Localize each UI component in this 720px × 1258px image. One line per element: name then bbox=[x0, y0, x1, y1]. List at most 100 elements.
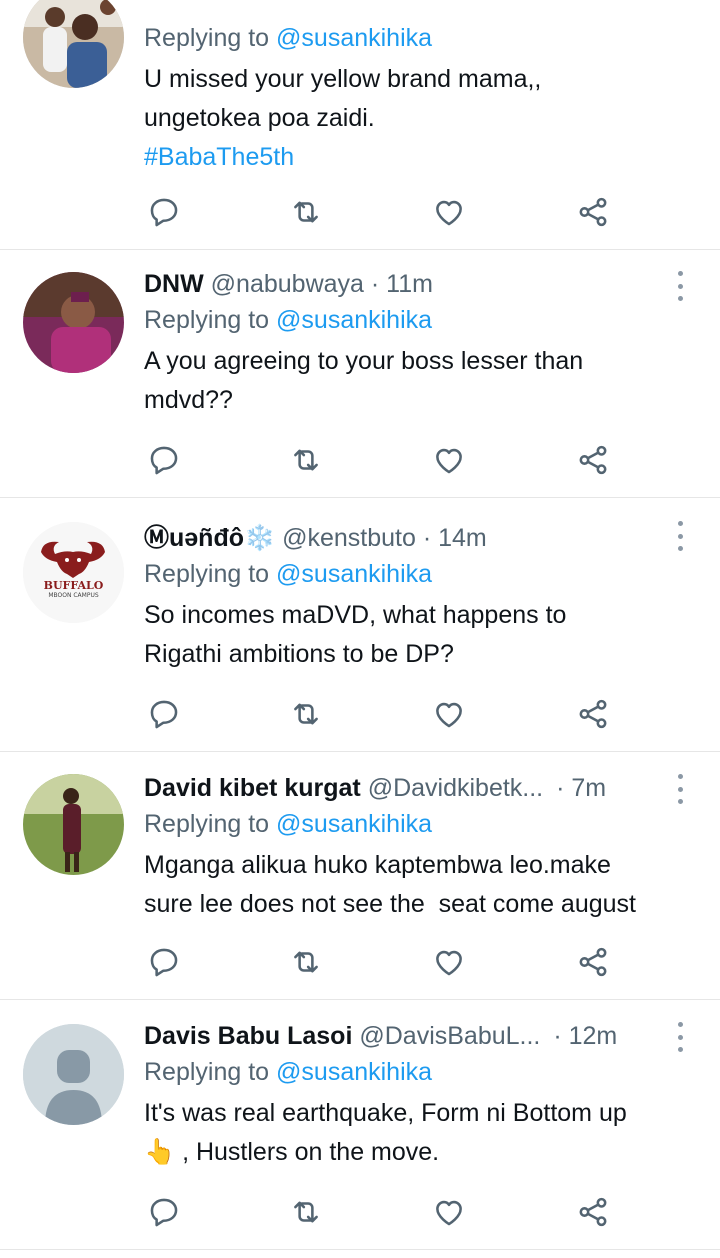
more-options-button[interactable] bbox=[670, 521, 690, 551]
tweet-text: U missed your yellow brand mama,, ungeto… bbox=[144, 60, 700, 177]
avatar[interactable] bbox=[23, 1024, 124, 1125]
tweet-actions bbox=[144, 1192, 624, 1232]
tweet-3[interactable]: David kibet kurgat @Davidkibetk... · 7m … bbox=[0, 752, 720, 1000]
replying-prefix: Replying to bbox=[144, 1058, 277, 1086]
retweet-button[interactable] bbox=[286, 942, 326, 982]
mention-link[interactable]: @susankihika bbox=[276, 24, 432, 52]
like-button[interactable] bbox=[429, 942, 469, 982]
text-line: U missed your yellow brand mama,, bbox=[144, 65, 542, 93]
more-options-icon bbox=[677, 296, 683, 301]
timestamp[interactable]: 14m bbox=[438, 524, 487, 552]
like-button[interactable] bbox=[429, 694, 469, 734]
share-icon bbox=[576, 443, 610, 477]
retweet-button[interactable] bbox=[286, 440, 326, 480]
display-name[interactable]: Davis Babu Lasoi bbox=[144, 1022, 352, 1050]
heart-icon bbox=[432, 1195, 466, 1229]
more-options-icon bbox=[677, 283, 683, 289]
text-line: So incomes maDVD, what happens to bbox=[144, 601, 567, 629]
heart-icon bbox=[432, 945, 466, 979]
user-handle[interactable]: @nabubwaya bbox=[211, 270, 364, 298]
avatar-photo bbox=[23, 774, 124, 875]
timestamp[interactable]: 7m bbox=[571, 774, 606, 802]
replying-prefix: Replying to bbox=[144, 24, 277, 52]
retweet-button[interactable] bbox=[286, 192, 326, 232]
reply-button[interactable] bbox=[144, 1192, 184, 1232]
replying-to: Replying to @susankihika bbox=[144, 302, 700, 338]
replying-to: Replying to @susankihika bbox=[144, 1054, 700, 1090]
retweet-button[interactable] bbox=[286, 694, 326, 734]
timestamp[interactable]: 11m bbox=[386, 270, 433, 298]
share-button[interactable] bbox=[573, 192, 613, 232]
avatar[interactable]: BUFFALO MBOON CAMPUS bbox=[23, 522, 124, 623]
mention-link[interactable]: @susankihika bbox=[276, 560, 432, 588]
like-button[interactable] bbox=[429, 192, 469, 232]
tweet-1[interactable]: DNW @nabubwaya · 11m Replying to @susank… bbox=[0, 250, 720, 498]
retweet-icon bbox=[289, 1195, 323, 1229]
hashtag-link[interactable]: #BabaThe5th bbox=[144, 138, 700, 177]
share-icon bbox=[576, 945, 610, 979]
retweet-icon bbox=[289, 945, 323, 979]
buffalo-logo bbox=[23, 522, 124, 623]
avatar[interactable] bbox=[23, 272, 124, 373]
like-button[interactable] bbox=[429, 440, 469, 480]
logo-text: BUFFALO bbox=[43, 579, 104, 592]
user-handle[interactable]: @DavisBabuL... bbox=[359, 1022, 540, 1050]
more-options-icon bbox=[677, 1047, 683, 1052]
user-handle[interactable]: @Davidkibetk... bbox=[368, 774, 543, 802]
tweet-0[interactable]: Replying to @susankihika U missed your y… bbox=[0, 0, 720, 250]
avatar-photo bbox=[23, 0, 124, 88]
tweet-actions bbox=[144, 694, 624, 734]
replying-to: Replying to @susankihika bbox=[144, 556, 700, 592]
avatar[interactable] bbox=[23, 774, 124, 875]
display-name[interactable]: David kibet kurgat bbox=[144, 774, 361, 802]
timestamp[interactable]: 12m bbox=[569, 1022, 618, 1050]
more-options-button[interactable] bbox=[670, 1022, 690, 1052]
share-button[interactable] bbox=[573, 1192, 613, 1232]
reply-button[interactable] bbox=[144, 694, 184, 734]
reply-icon bbox=[147, 443, 181, 477]
reply-icon bbox=[147, 697, 181, 731]
user-handle[interactable]: @kenstbuto bbox=[282, 524, 416, 552]
reply-button[interactable] bbox=[144, 440, 184, 480]
reply-icon bbox=[147, 195, 181, 229]
default-avatar-icon bbox=[23, 1024, 124, 1125]
text-line: sure lee does not see the seat come augu… bbox=[144, 890, 636, 918]
mention-link[interactable]: @susankihika bbox=[276, 1058, 432, 1086]
share-icon bbox=[576, 1195, 610, 1229]
more-options-icon bbox=[677, 533, 683, 539]
avatar[interactable] bbox=[23, 0, 124, 88]
display-name[interactable]: DNW bbox=[144, 270, 204, 298]
reply-button[interactable] bbox=[144, 942, 184, 982]
more-options-button[interactable] bbox=[670, 271, 690, 301]
share-icon bbox=[576, 697, 610, 731]
share-button[interactable] bbox=[573, 694, 613, 734]
like-button[interactable] bbox=[429, 1192, 469, 1232]
avatar-photo bbox=[23, 272, 124, 373]
display-name[interactable]: Ⓜuəñđô❄️ bbox=[144, 524, 275, 552]
tweet-header: Davis Babu Lasoi @DavisBabuL... · 12m bbox=[144, 1018, 664, 1054]
text-line: It's was real earthquake, Form ni Bottom… bbox=[144, 1099, 627, 1127]
mention-link[interactable]: @susankihika bbox=[276, 306, 432, 334]
tweet-text: Mganga alikua huko kaptembwa leo.make su… bbox=[144, 846, 700, 924]
tweet-4[interactable]: Davis Babu Lasoi @DavisBabuL... · 12m Re… bbox=[0, 1000, 720, 1248]
heart-icon bbox=[432, 443, 466, 477]
share-button[interactable] bbox=[573, 440, 613, 480]
more-options-button[interactable] bbox=[670, 774, 690, 804]
text-line: mdvd?? bbox=[144, 386, 233, 414]
tweet-header: DNW @nabubwaya · 11m bbox=[144, 266, 664, 302]
text-line: A you agreeing to your boss lesser than bbox=[144, 347, 584, 375]
logo-subtext: MBOON CAMPUS bbox=[48, 592, 99, 599]
tweet-2[interactable]: BUFFALO MBOON CAMPUS Ⓜuəñđô❄️ @kenstbuto… bbox=[0, 498, 720, 752]
tweet-actions bbox=[144, 192, 624, 232]
more-options-icon bbox=[677, 521, 683, 526]
share-button[interactable] bbox=[573, 942, 613, 982]
reply-icon bbox=[147, 945, 181, 979]
separator-dot: · bbox=[556, 774, 565, 802]
tweet-text: So incomes maDVD, what happens to Rigath… bbox=[144, 596, 700, 674]
tweet-header: David kibet kurgat @Davidkibetk... · 7m bbox=[144, 770, 664, 806]
reply-button[interactable] bbox=[144, 192, 184, 232]
more-options-icon bbox=[677, 271, 683, 276]
mention-link[interactable]: @susankihika bbox=[276, 810, 432, 838]
retweet-button[interactable] bbox=[286, 1192, 326, 1232]
tweet-actions bbox=[144, 440, 624, 480]
